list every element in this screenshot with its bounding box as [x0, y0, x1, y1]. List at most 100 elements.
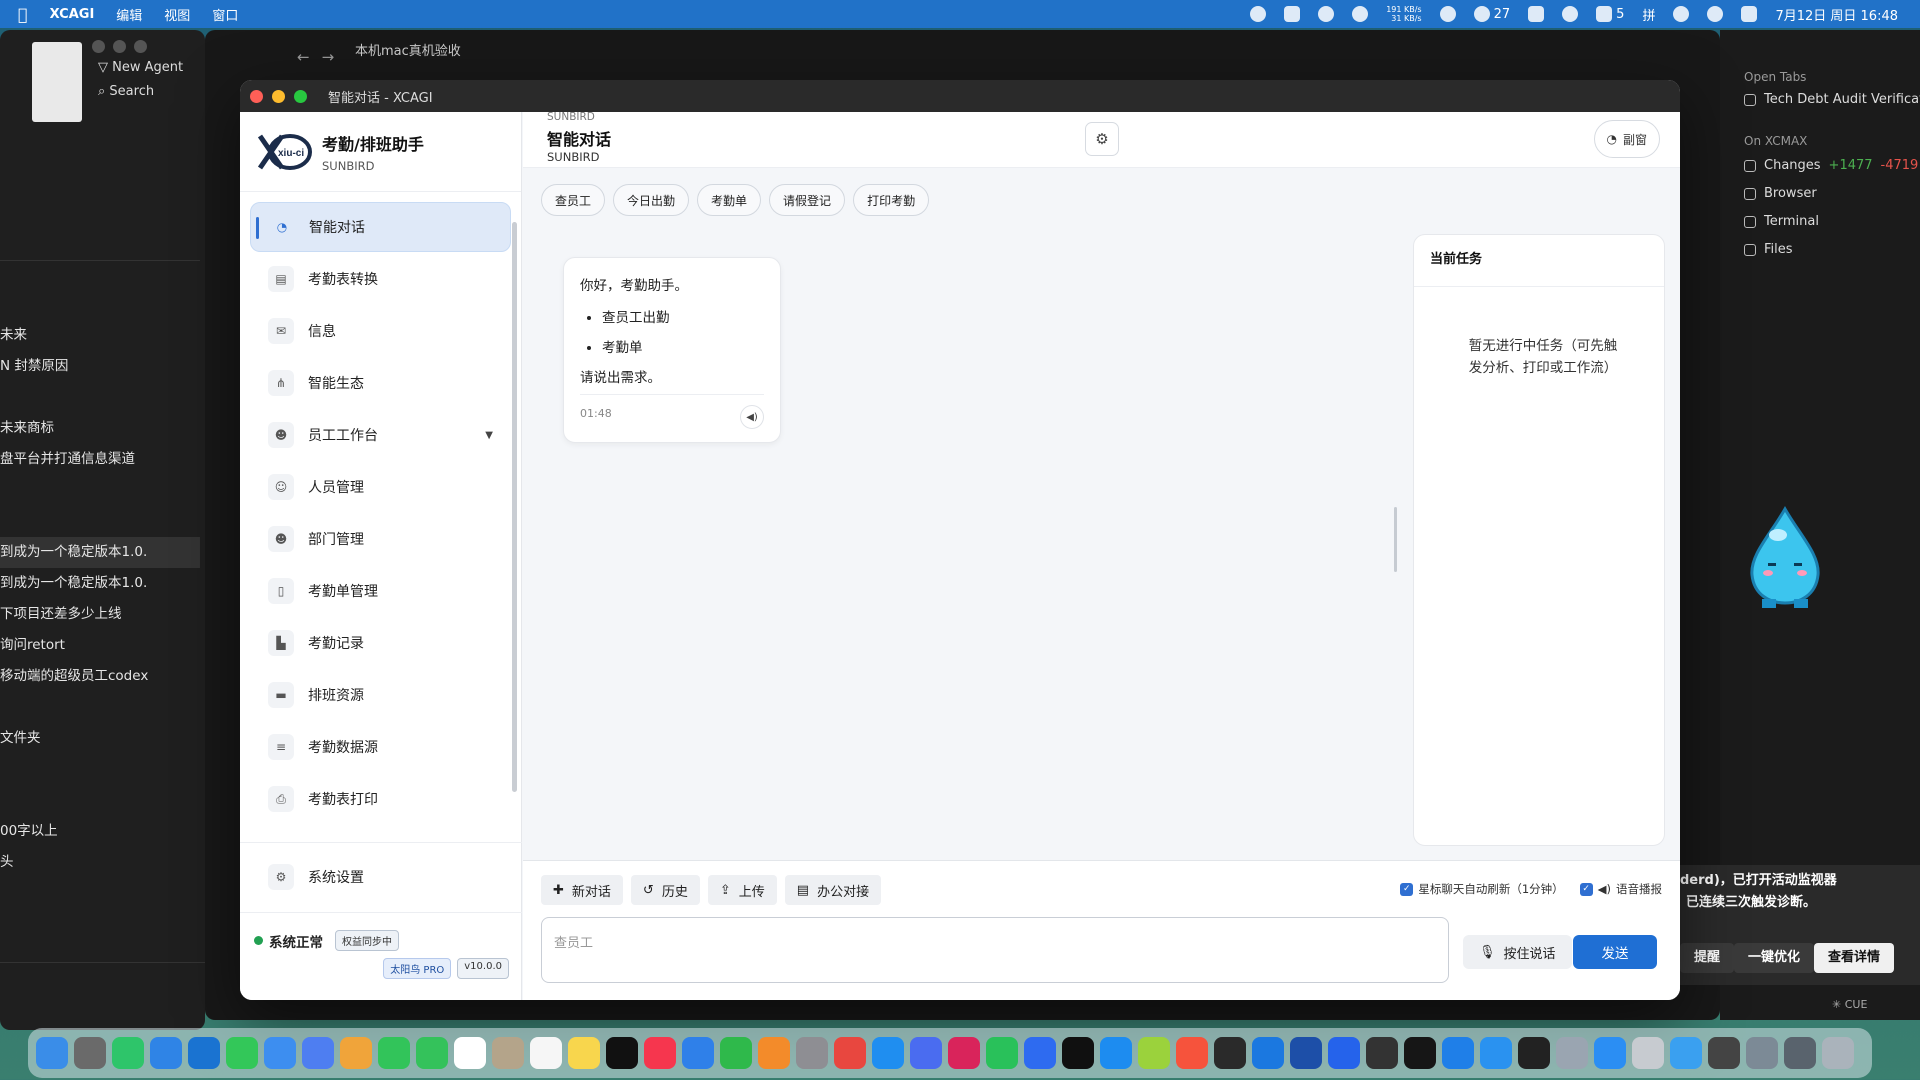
stack-icon[interactable] — [1784, 1037, 1816, 1069]
photos-icon[interactable] — [340, 1037, 372, 1069]
dots-icon[interactable] — [1366, 1037, 1398, 1069]
ide-nav-arrows[interactable]: ←→ — [287, 38, 356, 66]
list-item[interactable] — [0, 506, 200, 537]
rocket-icon[interactable] — [834, 1037, 866, 1069]
quick-action-query-employee[interactable]: 查员工 — [541, 184, 606, 216]
list-item[interactable] — [0, 754, 200, 785]
notes-icon[interactable] — [568, 1037, 600, 1069]
sidebar-scrollbar[interactable] — [512, 222, 517, 792]
wechat-dock-icon[interactable] — [112, 1037, 144, 1069]
sync-icon[interactable] — [1352, 6, 1369, 22]
sidebar-item-employee-workbench[interactable]: ☻ 员工工作台 ▼ — [250, 410, 511, 460]
minimize-window-button[interactable] — [272, 89, 285, 103]
quick-action-print[interactable]: 打印考勤 — [853, 184, 930, 216]
voice-broadcast-checkbox[interactable]: ✓ ◀) 语音播报 — [1579, 881, 1662, 897]
wechat-work-icon[interactable] — [986, 1037, 1018, 1069]
app-store-icon[interactable] — [872, 1037, 904, 1069]
office-connect-button[interactable]: ▤ 办公对接 — [784, 875, 882, 905]
optimize-button[interactable]: 一键优化 — [1734, 943, 1815, 973]
phone-icon[interactable] — [416, 1037, 448, 1069]
list-item[interactable]: 询问retort — [0, 630, 200, 661]
view-details-button[interactable]: 查看详情 — [1814, 943, 1895, 973]
terminal-item[interactable]: Terminal — [1744, 214, 1819, 229]
list-item[interactable]: 下项目还差多少上线 — [0, 599, 200, 630]
spotlight-icon[interactable] — [1707, 6, 1724, 22]
edge-icon[interactable] — [188, 1037, 220, 1069]
sidebar-item-schedule-resources[interactable]: ▬ 排班资源 — [250, 670, 511, 720]
xcode-icon[interactable] — [1252, 1037, 1284, 1069]
apple-menu-icon[interactable]:  — [18, 5, 28, 24]
list-item[interactable] — [0, 785, 200, 816]
sun-icon[interactable] — [1439, 6, 1456, 22]
facetime-icon[interactable] — [378, 1037, 410, 1069]
weather-icon[interactable] — [1318, 6, 1335, 22]
remind-button[interactable]: 提醒 — [1680, 943, 1735, 973]
windows-app-icon[interactable] — [1442, 1037, 1474, 1069]
settings-button[interactable]: ⚙ — [1085, 122, 1119, 156]
list-item[interactable]: 未来商标 — [0, 413, 200, 444]
files-item[interactable]: Files — [1744, 242, 1793, 257]
ai-chat-icon[interactable] — [1290, 1037, 1322, 1069]
panel-resize-handle[interactable] — [1394, 507, 1397, 572]
menu-view[interactable]: 视图 — [164, 5, 190, 24]
finder-icon[interactable] — [36, 1037, 68, 1069]
disk-utility-icon[interactable] — [1556, 1037, 1588, 1069]
list-item[interactable]: N 封禁原因 — [0, 351, 200, 382]
list-item[interactable]: 文件夹 — [0, 723, 200, 754]
sidebar-item-sheet-convert[interactable]: ▤ 考勤表转换 — [250, 254, 511, 304]
browser-item[interactable]: Browser — [1744, 186, 1817, 201]
ios-app-icon[interactable] — [910, 1037, 942, 1069]
history-button[interactable]: ↺ 历史 — [630, 875, 700, 905]
files-dock-icon[interactable] — [1480, 1037, 1512, 1069]
menu-clock[interactable]: 7月12日 周日 16:48 — [1775, 5, 1898, 24]
sidebar-item-smart-chat[interactable]: ◔ 智能对话 — [250, 202, 511, 252]
terminal-dock-icon[interactable] — [1404, 1037, 1436, 1069]
cue-indicator[interactable]: ✳ CUE — [1832, 998, 1867, 1011]
system-settings-icon[interactable] — [796, 1037, 828, 1069]
numbers-icon[interactable] — [720, 1037, 752, 1069]
auto-refresh-checkbox[interactable]: ✓ 星标聊天自动刷新（1分钟） — [1400, 881, 1564, 897]
sidebar-item-print[interactable]: ⎙ 考勤表打印 — [250, 774, 511, 824]
close-window-button[interactable] — [250, 89, 263, 103]
cursor-icon[interactable] — [1214, 1037, 1246, 1069]
pdf-icon[interactable] — [948, 1037, 980, 1069]
reminders-icon[interactable] — [530, 1037, 562, 1069]
safari-icon[interactable] — [150, 1037, 182, 1069]
keynote-icon[interactable] — [682, 1037, 714, 1069]
display-icon[interactable] — [1528, 6, 1545, 22]
chevron-down-icon[interactable]: ▼ — [485, 430, 493, 441]
sidebar-item-personnel[interactable]: ☺ 人员管理 — [250, 462, 511, 512]
list-item[interactable] — [0, 382, 200, 413]
send-button[interactable]: 发送 — [1573, 935, 1657, 969]
list-item[interactable] — [0, 692, 200, 723]
sidebar-item-messages[interactable]: ✉ 信息 — [250, 306, 511, 356]
control-center-icon[interactable] — [1741, 6, 1758, 22]
mail-dock-icon[interactable] — [264, 1037, 296, 1069]
pycharm-icon[interactable] — [1062, 1037, 1094, 1069]
messages-icon[interactable] — [226, 1037, 258, 1069]
list-item[interactable]: 到成为一个稳定版本1.0. — [0, 568, 200, 599]
launchpad-icon[interactable] — [74, 1037, 106, 1069]
new-chat-button[interactable]: ✚ 新对话 — [541, 875, 623, 905]
ide-search-item[interactable]: ⌕ Search — [98, 84, 154, 99]
folder-icon[interactable] — [1670, 1037, 1702, 1069]
sidebar-item-data-sources[interactable]: ≡ 考勤数据源 — [250, 722, 511, 772]
wechat-status[interactable]: 27 — [1473, 6, 1510, 22]
quick-action-attendance-sheet[interactable]: 考勤单 — [697, 184, 762, 216]
music-icon[interactable] — [644, 1037, 676, 1069]
screen-icon[interactable] — [1708, 1037, 1740, 1069]
xcagi-dock-icon[interactable] — [1632, 1037, 1664, 1069]
grid-icon[interactable] — [1284, 6, 1301, 22]
changes-item[interactable]: Changes +1477 -4719 — [1744, 158, 1918, 173]
claude-icon[interactable] — [1176, 1037, 1208, 1069]
popout-window-button[interactable]: ◔ 副窗 — [1593, 120, 1660, 158]
sidebar-item-ecosystem[interactable]: ⋔ 智能生态 — [250, 358, 511, 408]
input-method[interactable]: 拼 — [1642, 5, 1655, 24]
vscode-icon[interactable] — [1328, 1037, 1360, 1069]
zoom-window-button[interactable] — [294, 89, 307, 103]
speaker-icon[interactable]: ◀) — [740, 405, 764, 429]
hold-to-talk-button[interactable]: 🎙 按住说话 — [1463, 935, 1572, 969]
calendar-icon[interactable] — [454, 1037, 486, 1069]
downloads-icon[interactable] — [1594, 1037, 1626, 1069]
open-tab-item[interactable]: Tech Debt Audit Verificati — [1744, 92, 1920, 107]
